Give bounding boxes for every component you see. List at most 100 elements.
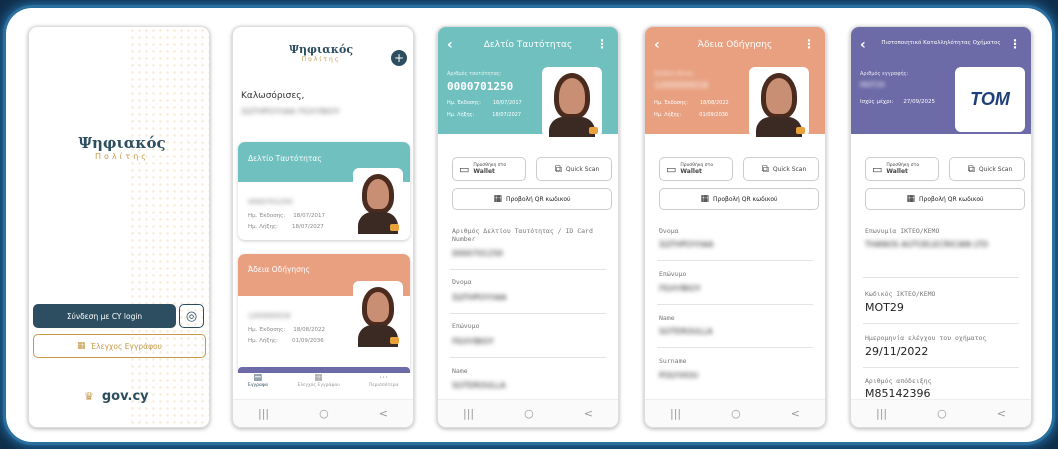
- id-expiry-row: Ημ. Λήξης: 18/07/2027: [447, 112, 521, 118]
- scan-icon: ⧉: [761, 163, 769, 175]
- wallet-label: Wallet: [473, 168, 495, 175]
- qr-icon: ▦: [493, 194, 502, 204]
- id-card[interactable]: Δελτίο Ταυτότητας 0000701250 Ημ. Έκδοσης…: [238, 142, 410, 240]
- dl-issue-row: Ημ. Έκδοσης: 18/08/2022: [654, 100, 729, 106]
- quick-scan-button[interactable]: ⧉ Quick Scan: [949, 157, 1025, 181]
- dl-card-title: Άδεια Οδήγησης: [248, 265, 311, 274]
- add-to-wallet-button[interactable]: ▭ Προσθήκη στο Wallet: [452, 157, 526, 181]
- home-icon[interactable]: ○: [524, 407, 534, 420]
- label: Ισχύς μέχρι:: [860, 99, 894, 105]
- kebab-menu-icon[interactable]: ⋮: [1009, 37, 1021, 51]
- id-card-title: Δελτίο Ταυτότητας: [248, 154, 322, 163]
- recents-icon[interactable]: |||: [876, 407, 887, 420]
- kebab-menu-icon[interactable]: ⋮: [596, 37, 608, 51]
- brand-logo: Ψηφιακός Πολίτης: [77, 129, 167, 179]
- recents-icon[interactable]: |||: [670, 407, 681, 420]
- home-icon[interactable]: ○: [319, 407, 329, 420]
- value: 01/09/2036: [699, 112, 729, 118]
- field-label: Αριθμός απόδειξης: [865, 377, 932, 385]
- android-navbar: ||| ○ <: [233, 399, 413, 427]
- recents-icon[interactable]: |||: [258, 407, 269, 420]
- qr-label: Προβολή QR κωδικού: [713, 195, 778, 203]
- back-icon[interactable]: <: [584, 407, 593, 420]
- cert-valid-row: Ισχύς μέχρι: 27/09/2025: [860, 99, 935, 105]
- govcy-text: gov.cy: [101, 389, 149, 404]
- divider: [450, 269, 606, 270]
- value: 18/08/2022: [293, 327, 325, 333]
- qr-icon: ▦: [77, 341, 86, 351]
- divider: [657, 347, 813, 348]
- cert-detail-screen: ‹ Πιστοποιητικό Καταλληλότητας Οχήματος …: [850, 26, 1032, 428]
- screen-title: Άδεια Οδήγησης: [697, 40, 773, 50]
- divider: [657, 260, 813, 261]
- dl-number: 1/00000016: [654, 81, 709, 91]
- quick-scan-button[interactable]: ⧉ Quick Scan: [743, 157, 819, 181]
- field-label: Name: [659, 314, 675, 322]
- quick-scan-button[interactable]: ⧉ Quick Scan: [536, 157, 612, 181]
- dl-card[interactable]: Άδεια Οδήγησης 1/00000016 Ημ. Έκδοσης: 18…: [238, 254, 410, 376]
- screen-title: Δελτίο Ταυτότητας: [483, 40, 573, 50]
- user-name: ΣΩΤΗΡΟΥΛΑΑ ΠΟΛΥΒΙΟΥ: [241, 107, 340, 116]
- cy-login-label: Σύνδεση με CY login: [66, 311, 143, 321]
- field-label: Επώνυμο: [452, 322, 480, 330]
- label: Ημ. Λήξης:: [654, 112, 682, 118]
- back-icon[interactable]: <: [791, 407, 800, 420]
- field-label: Κωδικός ΙΚΤΕΟ/ΚΕΜΟ: [865, 290, 936, 298]
- home-icon[interactable]: ○: [731, 407, 741, 420]
- header-brand: Ψηφιακός Πολίτης: [281, 43, 361, 63]
- tab-label: Περισσότερα: [368, 383, 399, 388]
- field-label: Ημερομηνία ελέγχου του οχήματος: [865, 334, 987, 342]
- add-to-wallet-button[interactable]: ▭ Προσθήκη στο Wallet: [659, 157, 733, 181]
- wallet-icon: ▭: [872, 162, 883, 176]
- divider: [657, 304, 813, 305]
- brand-word-2: Πολίτης: [95, 152, 149, 161]
- brand-word-1: Ψηφιακός: [78, 134, 166, 152]
- add-to-wallet-button[interactable]: ▭ Προσθήκη στο Wallet: [865, 157, 939, 181]
- verify-document-button[interactable]: ▦ Έλεγχος Εγγράφου: [33, 334, 206, 358]
- show-qr-button[interactable]: ▦ Προβολή QR κωδικού: [452, 188, 612, 210]
- id-expiry-row: Ημ. Λήξης: 18/07/2027: [248, 224, 324, 230]
- more-icon: ⋯: [379, 373, 389, 383]
- id-issue-row: Ημ. Έκδοσης: 18/07/2017: [447, 100, 522, 106]
- add-button[interactable]: +: [391, 50, 407, 66]
- brand-word-1: Ψηφιακός: [288, 43, 354, 56]
- scan-icon: ⧉: [967, 163, 975, 175]
- wallet-icon: ▭: [459, 162, 470, 176]
- field-value: MOT29: [865, 301, 904, 314]
- tom-logo: TOM: [955, 67, 1025, 132]
- dl-expiry-row: Ημ. Λήξης: 01/09/2036: [248, 338, 324, 344]
- document-icon: ▤: [253, 373, 262, 383]
- dl-card-number: 1/00000016: [248, 312, 291, 320]
- id-number-label: Αριθμός ταυτότητας:: [447, 71, 502, 77]
- recents-icon[interactable]: |||: [463, 407, 474, 420]
- value: 18/07/2017: [492, 100, 522, 106]
- value: 27/09/2025: [903, 99, 936, 105]
- back-icon[interactable]: <: [379, 407, 388, 420]
- qr-label: Προβολή QR κωδικού: [506, 195, 571, 203]
- show-qr-button[interactable]: ▦ Προβολή QR κωδικού: [865, 188, 1025, 210]
- show-qr-button[interactable]: ▦ Προβολή QR κωδικού: [659, 188, 819, 210]
- id-card-number: 0000701250: [248, 198, 293, 206]
- divider: [863, 367, 1019, 368]
- dl-number-label: Αριθμός άδειας:: [654, 71, 695, 77]
- wallet-label: Wallet: [680, 168, 702, 175]
- divider: [450, 357, 606, 358]
- dl-expiry-row: Ημ. Λήξης: 01/09/2036: [654, 112, 728, 118]
- cy-login-button[interactable]: Σύνδεση με CY login: [33, 304, 176, 328]
- plus-icon: +: [393, 51, 405, 65]
- back-icon[interactable]: <: [997, 407, 1006, 420]
- dl-issue-row: Ημ. Έκδοσης: 18/08/2022: [248, 327, 325, 333]
- qr-icon: ▦: [906, 194, 915, 204]
- wallet-icon: ▭: [666, 162, 677, 176]
- field-value: SOTEROULLA: [659, 327, 713, 336]
- field-value: ΠΟΛΥΒΙΟΥ: [452, 337, 494, 346]
- fingerprint-button[interactable]: ◎: [179, 304, 204, 328]
- govcy-emblem-icon: ♛: [84, 390, 94, 403]
- value: 18/07/2017: [293, 213, 325, 219]
- divider: [863, 323, 1019, 324]
- field-label: Επώνυμο: [659, 270, 687, 278]
- cert-number: MOT29: [860, 81, 885, 89]
- home-icon[interactable]: ○: [937, 407, 947, 420]
- kebab-menu-icon[interactable]: ⋮: [803, 37, 815, 51]
- login-screen: Ψηφιακός Πολίτης Σύνδεση με CY login ◎ ▦…: [28, 26, 210, 428]
